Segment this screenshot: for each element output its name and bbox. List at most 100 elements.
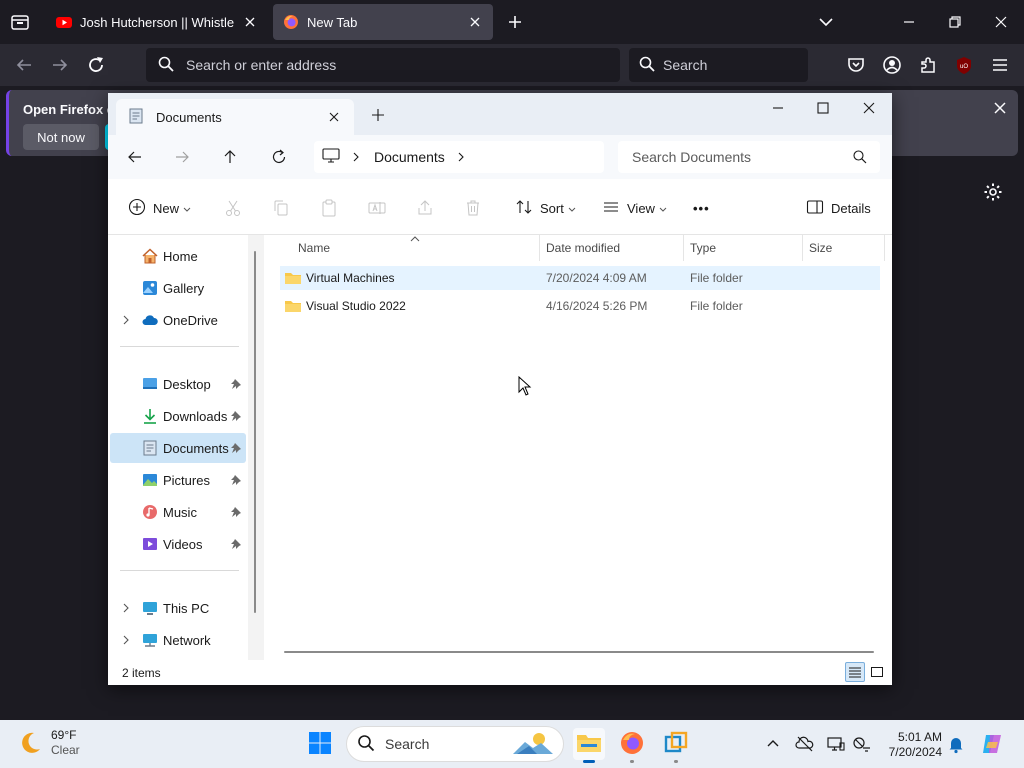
taskbar-search-input[interactable]: Search (346, 726, 564, 762)
details-view-icon[interactable] (845, 662, 865, 682)
browser-nav-bar: Search or enter address Search uO (0, 44, 1024, 86)
browser-tab[interactable]: Josh Hutcherson || Whistle - Yo (46, 4, 268, 40)
copy-icon[interactable] (271, 198, 291, 218)
delete-trash-icon[interactable] (463, 198, 483, 218)
sidebar-item-this-pc[interactable]: This PC (110, 593, 246, 623)
new-tab-plus-icon[interactable] (503, 10, 527, 34)
new-tab-plus-icon[interactable] (370, 107, 386, 123)
new-button[interactable]: New (128, 197, 191, 219)
pin-icon[interactable] (230, 506, 242, 518)
pocket-icon[interactable] (844, 53, 868, 77)
sidebar-item-pictures[interactable]: Pictures (110, 465, 246, 495)
sidebar-item-desktop[interactable]: Desktop (110, 369, 246, 399)
file-row[interactable]: Virtual Machines 7/20/2024 4:09 AM File … (280, 266, 880, 290)
details-button[interactable]: Details (806, 197, 871, 219)
column-header-date-modified[interactable]: Date modified (540, 235, 684, 261)
copilot-icon[interactable] (980, 732, 1004, 756)
explorer-search-input[interactable]: Search Documents (618, 141, 880, 173)
restore-icon[interactable] (943, 10, 967, 34)
search-bar[interactable]: Search (629, 48, 808, 82)
moon-weather-icon (16, 729, 44, 757)
firefox-taskbar-button[interactable] (616, 728, 648, 763)
forward-arrow-icon[interactable] (48, 53, 72, 77)
account-icon[interactable] (880, 53, 904, 77)
sidebar-item-label: Home (163, 249, 198, 264)
pin-icon[interactable] (230, 538, 242, 550)
start-button[interactable] (304, 728, 336, 760)
view-button[interactable]: View (602, 197, 667, 219)
display-icon[interactable] (826, 734, 846, 754)
firefox-view-icon[interactable] (8, 11, 32, 33)
pin-icon[interactable] (230, 474, 242, 486)
extensions-puzzle-icon[interactable] (916, 53, 940, 77)
sidebar-item-videos[interactable]: Videos (110, 529, 246, 559)
network-icon (142, 632, 158, 648)
rename-icon[interactable] (367, 198, 387, 218)
minimize-icon[interactable] (769, 99, 787, 117)
cut-scissors-icon[interactable] (223, 198, 243, 218)
column-header-name[interactable]: Name (292, 235, 540, 261)
close-window-icon[interactable] (989, 10, 1013, 34)
expand-chevron-icon[interactable] (120, 602, 132, 614)
horizontal-scrollbar[interactable] (284, 651, 874, 653)
maximize-icon[interactable] (814, 99, 832, 117)
breadcrumb-segment[interactable]: Documents (374, 149, 445, 165)
up-arrow-icon[interactable] (220, 147, 240, 167)
expand-chevron-icon[interactable] (120, 634, 132, 646)
show-hidden-icons-chevron-icon[interactable] (763, 734, 783, 754)
column-header-type[interactable]: Type (684, 235, 803, 261)
refresh-icon[interactable] (269, 147, 289, 167)
firefox-icon (283, 14, 299, 30)
back-arrow-icon[interactable] (125, 147, 145, 167)
settings-gear-icon[interactable] (983, 182, 1003, 202)
share-icon[interactable] (415, 198, 435, 218)
sidebar-item-home[interactable]: Home (110, 241, 246, 271)
sidebar-item-network[interactable]: Network (110, 625, 246, 655)
list-all-tabs-chevron-icon[interactable] (815, 12, 837, 32)
taskbar-clock[interactable]: 5:01 AM 7/20/2024 (878, 730, 942, 760)
minimize-icon[interactable] (897, 10, 921, 34)
sidebar-item-gallery[interactable]: Gallery (110, 273, 246, 303)
expand-chevron-icon[interactable] (120, 314, 132, 326)
close-tab-icon[interactable] (242, 14, 258, 30)
vmware-taskbar-button[interactable] (660, 728, 692, 763)
sidebar-item-music[interactable]: Music (110, 497, 246, 527)
chevron-right-icon[interactable] (352, 150, 360, 165)
not-now-button[interactable]: Not now (23, 124, 99, 150)
nav-scrollbar[interactable] (254, 251, 256, 613)
file-row[interactable]: Visual Studio 2022 4/16/2024 5:26 PM Fil… (280, 294, 880, 318)
breadcrumb[interactable]: Documents (314, 141, 604, 173)
sidebar-item-documents[interactable]: Documents (110, 433, 246, 463)
back-arrow-icon[interactable] (12, 53, 36, 77)
chevron-right-icon[interactable] (457, 150, 465, 165)
sidebar-item-onedrive[interactable]: OneDrive (110, 305, 246, 335)
pin-icon[interactable] (230, 378, 242, 390)
close-notification-icon[interactable] (992, 100, 1008, 116)
onedrive-offline-icon[interactable] (795, 734, 815, 754)
hamburger-menu-icon[interactable] (988, 53, 1012, 77)
firefox-icon (620, 731, 644, 758)
sort-button[interactable]: Sort (515, 197, 576, 219)
close-tab-icon[interactable] (326, 109, 342, 125)
url-bar[interactable]: Search or enter address (146, 48, 620, 82)
close-window-icon[interactable] (860, 99, 878, 117)
notification-bell-icon[interactable] (946, 734, 966, 754)
column-header-size[interactable]: Size (803, 235, 885, 261)
explorer-tab[interactable]: Documents (116, 99, 354, 135)
sidebar-item-downloads[interactable]: Downloads (110, 401, 246, 431)
weather-widget[interactable]: 69°F Clear (16, 728, 80, 758)
ublock-origin-icon[interactable]: uO (952, 53, 976, 77)
reload-icon[interactable] (84, 53, 108, 77)
paste-clipboard-icon[interactable] (319, 198, 339, 218)
forward-arrow-icon[interactable] (172, 147, 192, 167)
browser-tab-active[interactable]: New Tab (273, 4, 493, 40)
more-options-button[interactable]: ••• (693, 197, 710, 219)
pin-icon[interactable] (230, 442, 242, 454)
file-explorer-taskbar-button[interactable] (573, 728, 605, 763)
tiles-view-icon[interactable] (867, 662, 887, 682)
pin-icon[interactable] (230, 410, 242, 422)
network-status-icon[interactable] (852, 734, 872, 754)
close-tab-icon[interactable] (467, 14, 483, 30)
file-name: Virtual Machines (306, 271, 395, 285)
this-pc-monitor-icon[interactable] (322, 147, 340, 167)
